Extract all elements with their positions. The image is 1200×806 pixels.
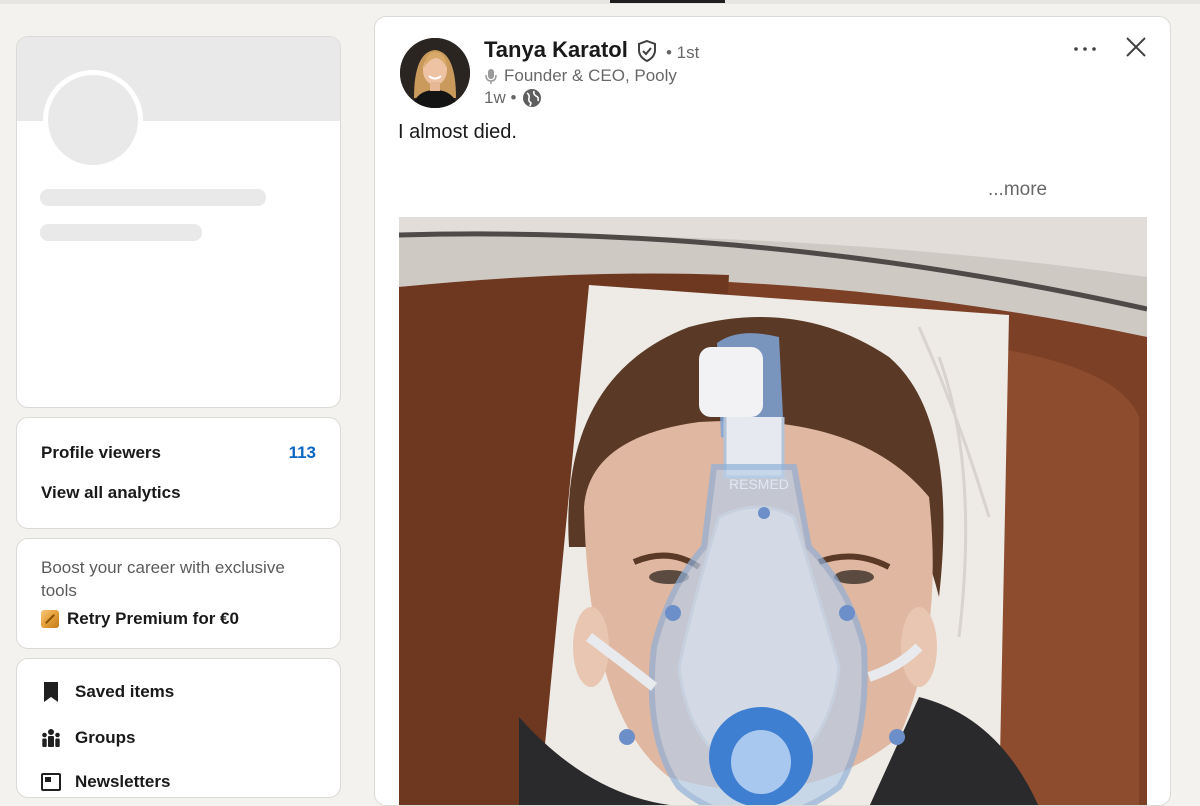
premium-icon [41,610,59,628]
post-text: I almost died. [398,121,517,143]
bookmark-icon [41,681,61,703]
profile-avatar-placeholder [43,70,143,170]
newsletters-link[interactable]: Newsletters [41,771,170,793]
newsletter-icon [41,771,61,793]
author-avatar[interactable] [400,38,470,108]
retry-premium-label: Retry Premium for €0 [67,609,239,628]
post-image[interactable]: RESMED [399,217,1147,805]
top-nav-strip [0,0,1200,4]
profile-headline-skeleton [40,224,202,241]
connection-degree: • 1st [666,43,700,62]
view-all-analytics-link[interactable]: View all analytics [41,483,181,503]
post-photo-illustration: RESMED [399,217,1147,805]
mask-brand-text: RESMED [729,476,789,492]
premium-promo-card: Boost your career with exclusive tools R… [16,538,341,649]
saved-items-label: Saved items [75,682,175,701]
profile-name-skeleton [40,189,266,206]
microphone-icon [484,68,498,84]
premium-promo-text: Boost your career with exclusive tools [41,558,285,600]
groups-icon [41,727,61,749]
analytics-card: Profile viewers 113 View all analytics [16,417,341,529]
globe-icon [522,88,542,108]
verified-shield-icon [635,39,659,63]
groups-label: Groups [75,728,136,747]
author-headline: Founder & CEO, Pooly [484,66,677,86]
shortcuts-card: Saved items Groups Newsletters [16,658,341,798]
profile-card-loading [16,36,341,408]
profile-viewers-count[interactable]: 113 [289,443,316,463]
see-more-link[interactable]: ...more [988,179,1047,201]
saved-items-link[interactable]: Saved items [41,681,174,703]
more-options-icon[interactable] [1073,39,1097,59]
author-headline-text: Founder & CEO, Pooly [504,66,677,85]
close-icon[interactable] [1125,36,1147,58]
newsletters-label: Newsletters [75,772,171,791]
post-meta: 1w • [484,88,542,108]
profile-viewers-link[interactable]: Profile viewers [41,443,161,463]
post-time: 1w • [484,88,517,107]
retry-premium-link[interactable]: Retry Premium for €0 [41,609,239,629]
feed-post: Tanya Karatol • 1st Founder & CEO, Pooly… [374,16,1171,806]
active-nav-tab-indicator [610,0,725,3]
author-name[interactable]: Tanya Karatol [484,37,628,63]
groups-link[interactable]: Groups [41,727,135,749]
